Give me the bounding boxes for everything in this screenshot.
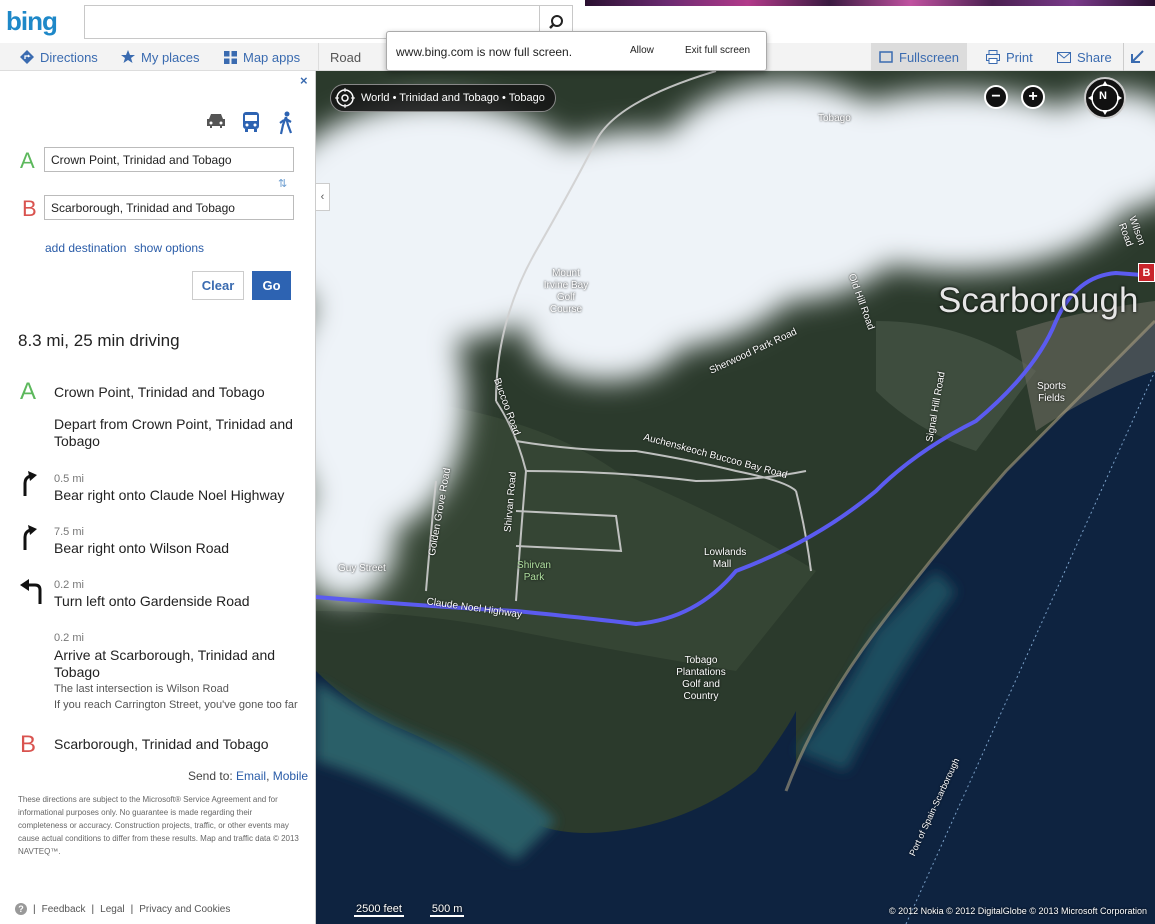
step-2-distance: 7.5 mi [54, 526, 84, 538]
directions-panel: × A ⇅ B add destination show options Cle… [0, 71, 316, 924]
map-label-tobago: Tobago [818, 113, 851, 124]
scale-feet: 2500 feet [354, 903, 404, 917]
map-apps-button[interactable]: Map apps [224, 43, 300, 71]
directions-button[interactable]: Directions [20, 43, 98, 71]
send-to-label: Send to: [188, 769, 233, 783]
map-label-sports: Sports Fields [1037, 381, 1066, 404]
step-4-instruction[interactable]: Arrive at Scarborough, Trinidad and Toba… [54, 647, 304, 681]
waypoint-a-marker: A [20, 148, 35, 173]
collapse-toolbar-button[interactable] [1123, 43, 1155, 71]
step-3-distance: 0.2 mi [54, 579, 84, 591]
show-options-link[interactable]: show options [134, 241, 204, 255]
breadcrumb-text: World • Trinidad and Tobago • Tobago [361, 92, 545, 104]
map-label-guy-street: Guy Street [338, 563, 386, 574]
fullscreen-label: Fullscreen [899, 49, 959, 65]
fullscreen-button[interactable]: Fullscreen [871, 43, 967, 71]
minus-icon: − [991, 88, 1001, 105]
send-mobile-link[interactable]: Mobile [273, 769, 308, 783]
swap-icon[interactable]: ⇅ [278, 177, 287, 190]
footer: ? | Feedback | Legal | Privacy and Cooki… [15, 903, 230, 915]
compass-control[interactable]: N [1084, 77, 1126, 119]
help-icon[interactable]: ? [15, 903, 27, 915]
search-icon [549, 15, 563, 29]
print-button[interactable]: Print [986, 43, 1033, 71]
allow-button[interactable]: Allow [630, 45, 654, 56]
clear-button[interactable]: Clear [192, 271, 244, 300]
star-icon [121, 50, 135, 63]
my-places-label: My places [141, 49, 200, 65]
waypoint-b-input[interactable] [44, 195, 294, 220]
close-icon[interactable]: × [300, 73, 308, 88]
legal-link[interactable]: Legal [100, 904, 124, 915]
privacy-link[interactable]: Privacy and Cookies [139, 904, 230, 915]
map-label-lowlands: Lowlands Mall [704, 547, 747, 570]
step-2-instruction[interactable]: Bear right onto Wilson Road [54, 540, 304, 557]
fullscreen-notification: www.bing.com is now full screen. Allow E… [386, 31, 767, 71]
map-label-mount-irvine: Mount Irvine Bay Golf Course [543, 268, 589, 315]
my-places-button[interactable]: My places [121, 43, 200, 71]
step-4-note-2: If you reach Carrington Street, you've g… [54, 699, 298, 711]
step-1-distance: 0.5 mi [54, 473, 84, 485]
step-3-instruction[interactable]: Turn left onto Gardenside Road [54, 593, 304, 610]
crosshair-icon[interactable] [335, 88, 355, 108]
zoom-out-button[interactable]: − [984, 85, 1008, 109]
scale-meters: 500 m [429, 903, 465, 917]
add-destination-link[interactable]: add destination [45, 241, 126, 255]
route-summary: 8.3 mi, 25 min driving [18, 331, 180, 350]
step-4-distance: 0.2 mi [54, 632, 84, 644]
arrow-down-left-icon [1130, 50, 1144, 63]
go-button[interactable]: Go [252, 271, 291, 300]
step-4-note-1: The last intersection is Wilson Road [54, 683, 229, 695]
fullscreen-message: www.bing.com is now full screen. [396, 45, 573, 59]
map-apps-label: Map apps [243, 49, 301, 65]
print-label: Print [1006, 49, 1033, 65]
walk-icon[interactable] [278, 111, 294, 135]
map-canvas[interactable]: World • Trinidad and Tobago • Tobago ‹ −… [316, 71, 1155, 924]
header-decoration [585, 0, 1155, 6]
directions-icon [20, 50, 34, 64]
map-label-shirvan-park: Shirvan Park [517, 560, 551, 583]
compass-north: N [1099, 90, 1107, 102]
step-1-instruction[interactable]: Bear right onto Claude Noel Highway [54, 487, 304, 504]
start-marker: A [20, 378, 37, 405]
waypoint-a-input[interactable] [44, 147, 294, 172]
share-label: Share [1077, 49, 1112, 65]
depart-instruction: Depart from Crown Point, Trinidad and To… [54, 416, 293, 449]
destination-pin[interactable]: B [1138, 263, 1155, 282]
location-breadcrumb[interactable]: World • Trinidad and Tobago • Tobago [330, 84, 556, 112]
directions-label: Directions [40, 49, 98, 65]
road-label: Road [330, 49, 362, 65]
plus-icon: + [1028, 88, 1038, 105]
map-label-scarborough: Scarborough [938, 281, 1139, 320]
bus-icon[interactable] [241, 111, 261, 133]
start-title[interactable]: Crown Point, Trinidad and Tobago [54, 384, 304, 401]
chevron-left-icon: ‹ [320, 191, 325, 203]
car-icon[interactable] [205, 111, 227, 131]
disclaimer: These directions are subject to the Micr… [18, 795, 299, 856]
road-view-button[interactable]: Road [318, 43, 386, 71]
bing-logo[interactable]: bing [6, 6, 58, 37]
fullscreen-icon [879, 51, 893, 63]
map-scale: 2500 feet 500 m [354, 903, 465, 917]
exit-fullscreen-button[interactable]: Exit full screen [685, 45, 750, 56]
end-marker: B [20, 731, 37, 758]
print-icon [986, 50, 1000, 64]
feedback-link[interactable]: Feedback [42, 904, 86, 915]
collapse-panel-button[interactable]: ‹ [316, 183, 330, 211]
end-title[interactable]: Scarborough, Trinidad and Tobago [54, 736, 304, 753]
bear-right-icon [23, 471, 37, 496]
send-to: Send to: Email, Mobile [188, 769, 309, 783]
waypoint-b-marker: B [22, 196, 37, 221]
share-button[interactable]: Share [1057, 43, 1112, 71]
mail-icon [1057, 51, 1071, 63]
turn-left-icon [20, 579, 42, 604]
bear-right-icon [23, 525, 37, 550]
map-copyright: © 2012 Nokia © 2012 DigitalGlobe © 2013 … [888, 906, 1147, 916]
send-email-link[interactable]: Email [236, 769, 266, 783]
map-label-plantations: Tobago Plantations Golf and Country [676, 655, 726, 702]
grid-icon [224, 50, 237, 64]
zoom-in-button[interactable]: + [1021, 85, 1045, 109]
